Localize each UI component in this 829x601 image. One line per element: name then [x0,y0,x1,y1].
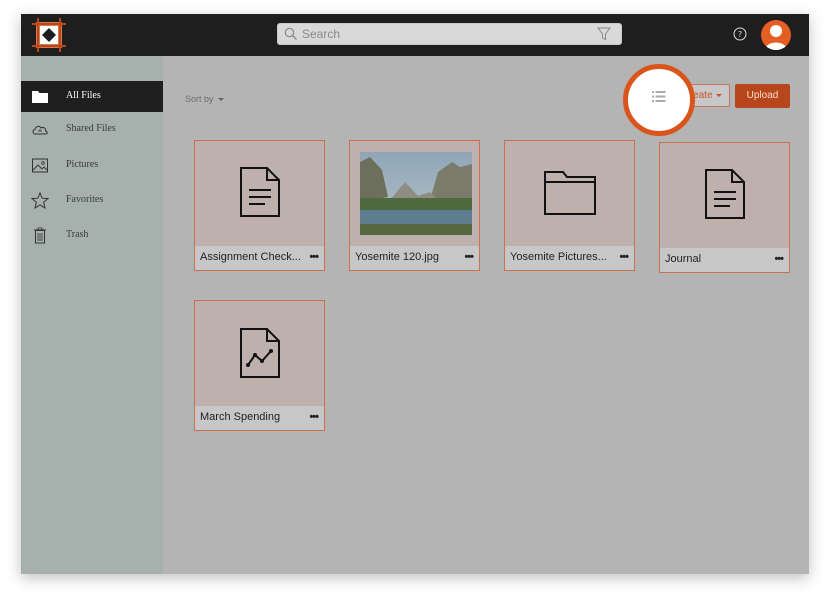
sort-by-label: Sort by [185,94,214,104]
file-thumbnail [660,143,789,248]
file-card[interactable]: Assignment Check... ••• [194,140,325,271]
file-thumbnail [505,141,634,246]
file-card[interactable]: Yosemite 120.jpg ••• [349,140,480,271]
sidebar-item-label: Shared Files [66,123,116,134]
sidebar: All Files Shared Files Pictures Favorite… [21,56,163,574]
more-options-icon[interactable]: ••• [309,251,319,263]
chevron-down-icon [715,93,722,97]
more-options-icon[interactable]: ••• [464,251,474,263]
file-name: Yosemite 120.jpg [355,251,439,263]
file-card[interactable]: March Spending ••• [194,300,325,431]
app-window: ? All Files [21,14,809,574]
highlight-ring [623,64,695,136]
file-name: Assignment Check... [200,251,301,263]
document-icon [705,169,745,219]
file-card[interactable]: Journal ••• [659,142,790,273]
more-options-icon[interactable]: ••• [309,411,319,423]
search-bar[interactable] [277,23,622,45]
document-icon [240,167,280,217]
file-card[interactable]: Yosemite Pictures... ••• [504,140,635,271]
help-icon[interactable]: ? [733,27,747,41]
cloud-icon [31,121,49,138]
picture-icon [31,157,49,174]
sort-by-dropdown[interactable]: Sort by [185,94,224,104]
sidebar-item-label: Favorites [66,194,104,205]
landscape-photo [360,152,472,235]
sidebar-item-label: Pictures [66,159,99,170]
chevron-down-icon [217,98,224,102]
search-input[interactable] [302,24,592,44]
file-name: Journal [665,253,702,265]
list-view-icon[interactable] [652,90,666,108]
svg-text:?: ? [738,30,742,39]
sidebar-item-favorites[interactable]: Favorites [21,185,163,216]
file-thumbnail [350,141,479,246]
sidebar-item-all-files[interactable]: All Files [21,81,163,112]
trash-icon [31,227,49,244]
file-name: Yosemite Pictures... [510,251,607,263]
filter-icon[interactable] [597,27,611,46]
upload-button-label: Upload [746,90,779,101]
more-options-icon[interactable]: ••• [619,251,629,263]
file-name: March Spending [200,411,281,423]
app-logo[interactable] [32,18,66,52]
sidebar-item-label: All Files [66,90,101,101]
user-avatar[interactable] [761,20,791,50]
sidebar-item-shared-files[interactable]: Shared Files [21,114,163,145]
star-icon [30,191,50,210]
top-bar: ? [21,14,809,56]
sidebar-item-label: Trash [66,229,89,240]
sidebar-item-trash[interactable]: Trash [21,220,163,251]
upload-button[interactable]: Upload [735,84,790,108]
folder-icon [544,171,596,215]
more-options-icon[interactable]: ••• [774,253,784,265]
search-icon [284,27,298,46]
folder-icon [31,88,49,105]
sidebar-item-pictures[interactable]: Pictures [21,150,163,181]
chart-document-icon [240,328,280,378]
file-thumbnail [195,301,324,406]
file-thumbnail [195,141,324,246]
